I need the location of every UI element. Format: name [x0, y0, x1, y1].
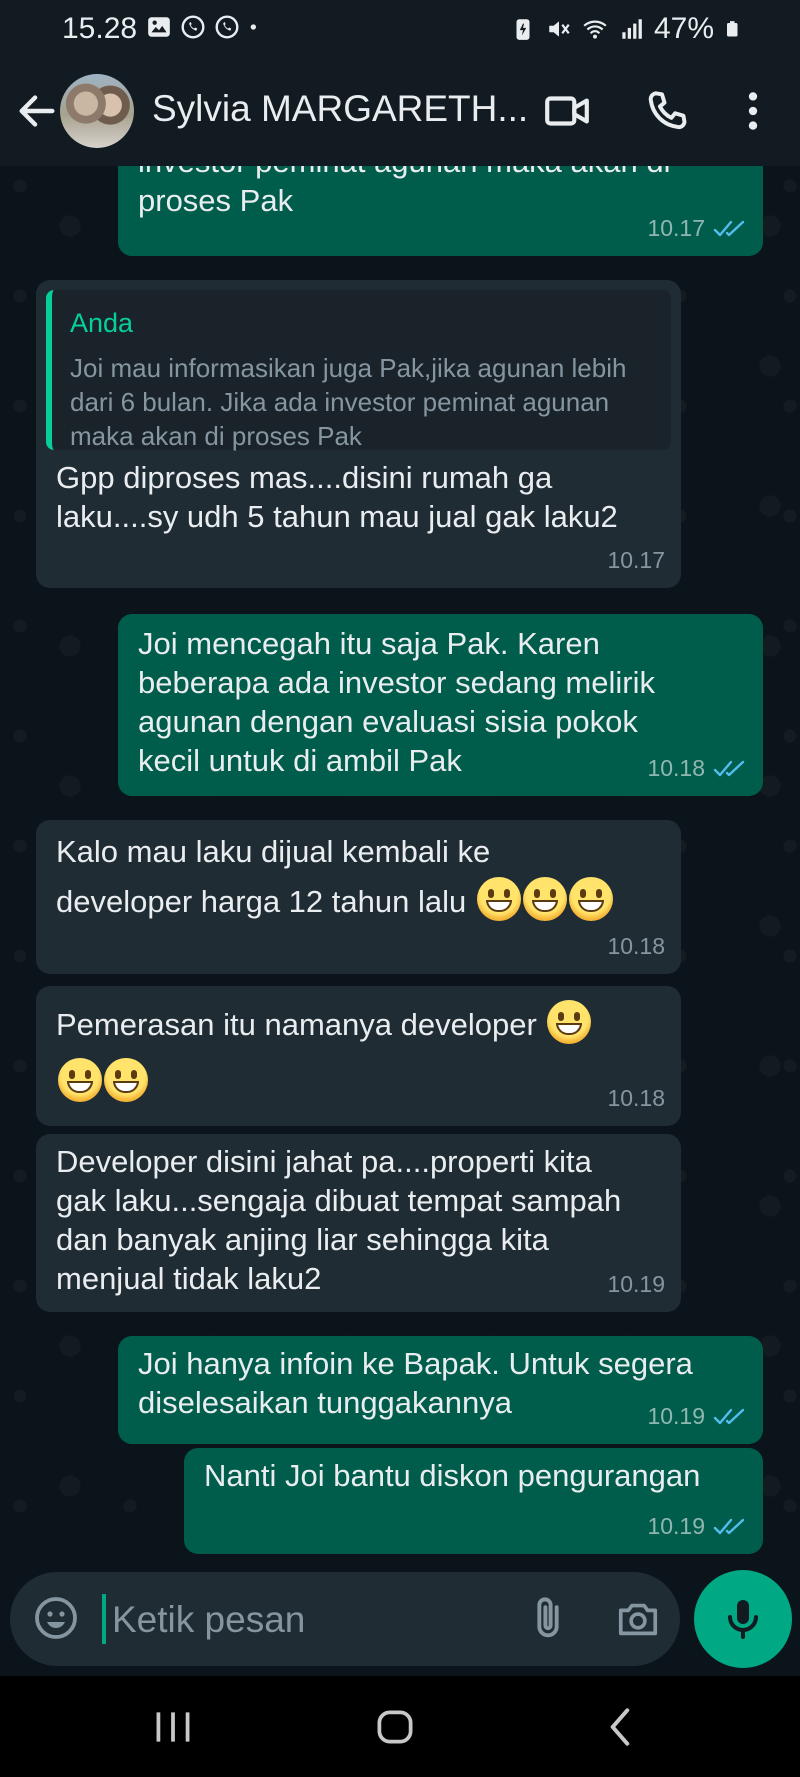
emoji-line — [56, 1058, 661, 1102]
message-meta: 10.18 — [647, 749, 747, 788]
read-ticks-icon — [713, 1408, 745, 1424]
battery-percentage: 47% — [653, 12, 714, 45]
message-time: 10.18 — [647, 755, 705, 781]
status-bar: 15.28 47% — [0, 0, 800, 58]
message-time: 10.19 — [647, 1403, 705, 1429]
message-text-line: developer harga 12 tahun lalu — [56, 877, 661, 921]
mic-icon — [728, 1600, 758, 1639]
phone-call-icon[interactable] — [642, 86, 692, 136]
message-time: 10.19 — [647, 1513, 705, 1539]
message-text: Kalo mau laku dijual kembali ke develope… — [56, 832, 661, 921]
camera-icon[interactable] — [614, 1596, 662, 1642]
message-text-line: Kalo mau laku dijual kembali ke — [56, 834, 491, 869]
message-incoming[interactable]: Kalo mau laku dijual kembali ke develope… — [36, 820, 681, 974]
message-composer — [10, 1572, 680, 1666]
message-outgoing[interactable]: Joi mencegah itu saja Pak. Karen beberap… — [118, 614, 763, 796]
grinning-face-icon — [568, 877, 613, 921]
message-outgoing[interactable]: Nanti Joi bantu diskon pengurangan 10.19 — [184, 1448, 763, 1554]
recent-apps-icon[interactable] — [148, 1702, 198, 1752]
message-time: 10.17 — [607, 547, 665, 573]
emoji-icon[interactable] — [32, 1594, 80, 1642]
grinning-face-icon — [547, 1000, 592, 1044]
system-navigation-bar — [0, 1676, 800, 1777]
message-meta: 10.18 — [607, 1079, 665, 1118]
message-meta: 10.17 — [647, 209, 747, 248]
avatar[interactable] — [60, 74, 134, 148]
message-time: 10.18 — [607, 1085, 665, 1111]
battery-icon — [727, 21, 738, 37]
video-call-icon[interactable] — [542, 86, 592, 136]
back-arrow-icon[interactable] — [14, 88, 60, 134]
read-ticks-icon — [713, 220, 745, 236]
voice-message-button[interactable] — [694, 1570, 792, 1668]
status-time: 15.28 — [62, 12, 138, 45]
grinning-face-icon — [476, 877, 521, 921]
message-meta: 10.17 — [607, 541, 665, 580]
message-text: Developer disini jahat pa....properti ki… — [56, 1144, 622, 1296]
message-text: Pemerasan itu namanya developer — [56, 1000, 661, 1102]
message-time: 10.19 — [607, 1271, 665, 1297]
message-outgoing[interactable]: Joi hanya infoin ke Bapak. Untuk segera … — [118, 1336, 763, 1444]
text-cursor — [102, 1594, 106, 1644]
quoted-message[interactable]: Anda Joi mau informasikan juga Pak,jika … — [46, 290, 671, 451]
message-meta: 10.19 — [607, 1265, 665, 1304]
message-text: Nanti Joi bantu diskon pengurangan — [204, 1458, 701, 1493]
chat-messages-area[interactable]: investor peminat agunan maka akan di pro… — [0, 166, 800, 1566]
message-outgoing[interactable]: investor peminat agunan maka akan di pro… — [118, 166, 763, 256]
whatsapp-icon — [215, 15, 239, 39]
read-ticks-icon — [713, 760, 745, 776]
quoted-author: Anda — [70, 308, 134, 338]
more-options-icon[interactable] — [728, 86, 778, 136]
battery-saver-icon — [516, 19, 530, 40]
grinning-face-icon — [58, 1058, 102, 1102]
read-ticks-icon — [713, 1518, 745, 1534]
message-time: 10.18 — [607, 933, 665, 959]
whatsapp-icon — [181, 15, 205, 39]
mute-icon — [549, 21, 570, 37]
back-icon[interactable] — [596, 1702, 646, 1752]
attach-icon[interactable] — [522, 1592, 574, 1644]
message-meta: 10.19 — [647, 1507, 747, 1546]
contact-name[interactable]: Sylvia MARGARETH... — [152, 88, 528, 130]
message-text-line: Pemerasan itu namanya developer — [56, 1007, 537, 1042]
whatsapp-chat-screen: 15.28 47% Sylvia MARGARETH... investor p… — [0, 0, 800, 1777]
dot-icon — [250, 24, 256, 30]
message-text: Gpp diproses mas....disini rumah ga laku… — [56, 460, 618, 534]
message-text-line2: developer harga 12 tahun lalu — [56, 884, 467, 919]
grinning-face-icon — [104, 1058, 148, 1102]
signal-icon — [622, 19, 642, 39]
message-incoming[interactable]: Pemerasan itu namanya developer 10.18 — [36, 986, 681, 1126]
chat-header: Sylvia MARGARETH... — [0, 58, 800, 166]
grinning-face-icon — [522, 877, 567, 921]
notification-icons — [146, 14, 264, 40]
message-incoming-reply[interactable]: Anda Joi mau informasikan juga Pak,jika … — [36, 280, 681, 588]
gallery-icon — [148, 17, 170, 37]
home-icon[interactable] — [370, 1702, 420, 1752]
message-meta: 10.19 — [647, 1397, 747, 1436]
message-incoming[interactable]: Developer disini jahat pa....properti ki… — [36, 1134, 681, 1312]
message-time: 10.17 — [647, 215, 705, 241]
quoted-text: Joi mau informasikan juga Pak,jika aguna… — [70, 353, 627, 451]
message-input[interactable] — [110, 1586, 494, 1654]
system-icons: 47% — [510, 12, 742, 46]
message-meta: 10.18 — [607, 927, 665, 966]
wifi-icon — [583, 20, 607, 39]
